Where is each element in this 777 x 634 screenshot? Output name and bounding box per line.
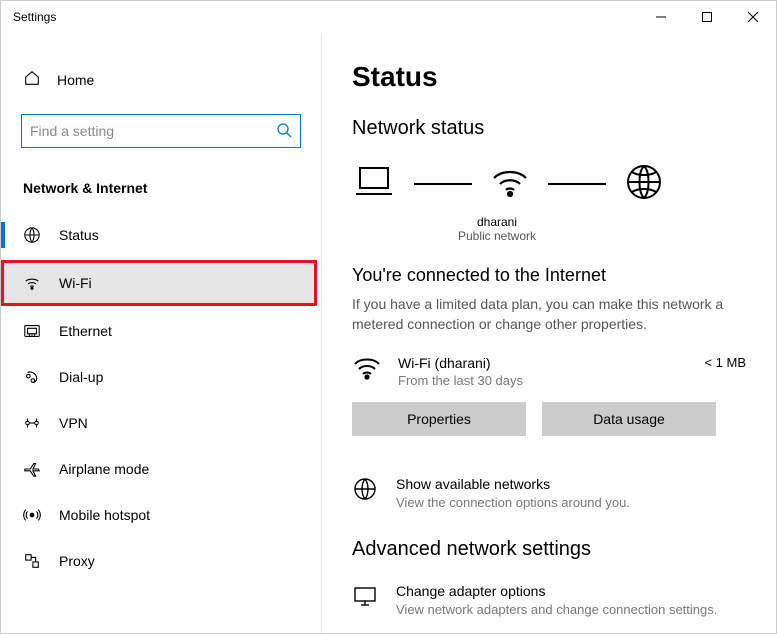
sidebar: Home Network & Internet Status Wi-Fi xyxy=(1,33,321,633)
connected-detail: If you have a limited data plan, you can… xyxy=(352,294,746,335)
maximize-icon xyxy=(702,12,712,22)
sidebar-item-label: Dial-up xyxy=(59,369,103,385)
diagram-line xyxy=(414,183,472,185)
adapter-title: Change adapter options xyxy=(396,583,717,599)
show-networks-desc: View the connection options around you. xyxy=(396,495,630,510)
home-link[interactable]: Home xyxy=(1,61,321,98)
vpn-icon xyxy=(23,414,41,432)
network-diagram xyxy=(352,162,746,205)
sidebar-item-label: Mobile hotspot xyxy=(59,507,150,523)
airplane-icon xyxy=(23,460,41,478)
diagram-labels: dharani Public network xyxy=(352,215,642,243)
search-icon xyxy=(276,122,292,141)
main-panel: Status Network status dharani Public net… xyxy=(321,33,776,633)
adapter-icon xyxy=(352,583,378,612)
wifi-large-icon xyxy=(490,164,530,203)
advanced-heading: Advanced network settings xyxy=(352,538,746,561)
connection-row: Wi-Fi (dharani) From the last 30 days < … xyxy=(352,355,746,388)
globe-icon xyxy=(624,162,664,205)
window-titlebar: Settings xyxy=(1,1,776,33)
laptop-icon xyxy=(352,164,396,203)
sidebar-item-label: Wi-Fi xyxy=(59,275,92,291)
status-icon xyxy=(23,226,41,244)
sidebar-item-label: Ethernet xyxy=(59,323,112,339)
connection-name: Wi-Fi (dharani) xyxy=(398,355,688,371)
sidebar-item-ethernet[interactable]: Ethernet xyxy=(1,308,321,354)
sidebar-item-proxy[interactable]: Proxy xyxy=(1,538,321,584)
dialup-icon xyxy=(23,368,41,386)
close-icon xyxy=(748,12,758,22)
sidebar-category: Network & Internet xyxy=(1,168,321,212)
globe-small-icon xyxy=(352,476,378,505)
maximize-button[interactable] xyxy=(684,1,730,33)
connection-usage: < 1 MB xyxy=(704,355,746,370)
connection-period: From the last 30 days xyxy=(398,373,688,388)
sidebar-item-label: Proxy xyxy=(59,553,95,569)
sidebar-item-status[interactable]: Status xyxy=(1,212,321,258)
window-controls xyxy=(638,1,776,33)
show-networks-link[interactable]: Show available networks View the connect… xyxy=(352,476,746,510)
ethernet-icon xyxy=(23,322,41,340)
show-networks-title: Show available networks xyxy=(396,476,630,492)
sidebar-item-label: VPN xyxy=(59,415,88,431)
section-network-status: Network status xyxy=(352,117,746,140)
proxy-icon xyxy=(23,552,41,570)
hotspot-icon xyxy=(23,506,41,524)
home-label: Home xyxy=(57,72,94,88)
sidebar-item-hotspot[interactable]: Mobile hotspot xyxy=(1,492,321,538)
adapter-desc: View network adapters and change connect… xyxy=(396,602,717,617)
wifi-icon xyxy=(23,274,41,292)
minimize-icon xyxy=(656,12,666,22)
search-box[interactable] xyxy=(21,114,301,148)
minimize-button[interactable] xyxy=(638,1,684,33)
data-usage-button[interactable]: Data usage xyxy=(542,402,716,436)
diagram-ssid: dharani xyxy=(352,215,642,229)
connected-headline: You're connected to the Internet xyxy=(352,265,746,286)
sidebar-item-dialup[interactable]: Dial-up xyxy=(1,354,321,400)
properties-button[interactable]: Properties xyxy=(352,402,526,436)
home-icon xyxy=(23,69,41,90)
sidebar-item-label: Airplane mode xyxy=(59,461,149,477)
diagram-network-type: Public network xyxy=(352,229,642,243)
search-input[interactable] xyxy=(30,123,276,139)
sidebar-item-vpn[interactable]: VPN xyxy=(1,400,321,446)
sidebar-item-airplane[interactable]: Airplane mode xyxy=(1,446,321,492)
window-title: Settings xyxy=(13,10,56,24)
adapter-options-link[interactable]: Change adapter options View network adap… xyxy=(352,583,746,617)
diagram-line xyxy=(548,183,606,185)
page-title: Status xyxy=(352,61,746,93)
close-button[interactable] xyxy=(730,1,776,33)
wifi-icon xyxy=(352,355,382,384)
sidebar-item-wifi[interactable]: Wi-Fi xyxy=(1,260,317,306)
sidebar-item-label: Status xyxy=(59,227,99,243)
